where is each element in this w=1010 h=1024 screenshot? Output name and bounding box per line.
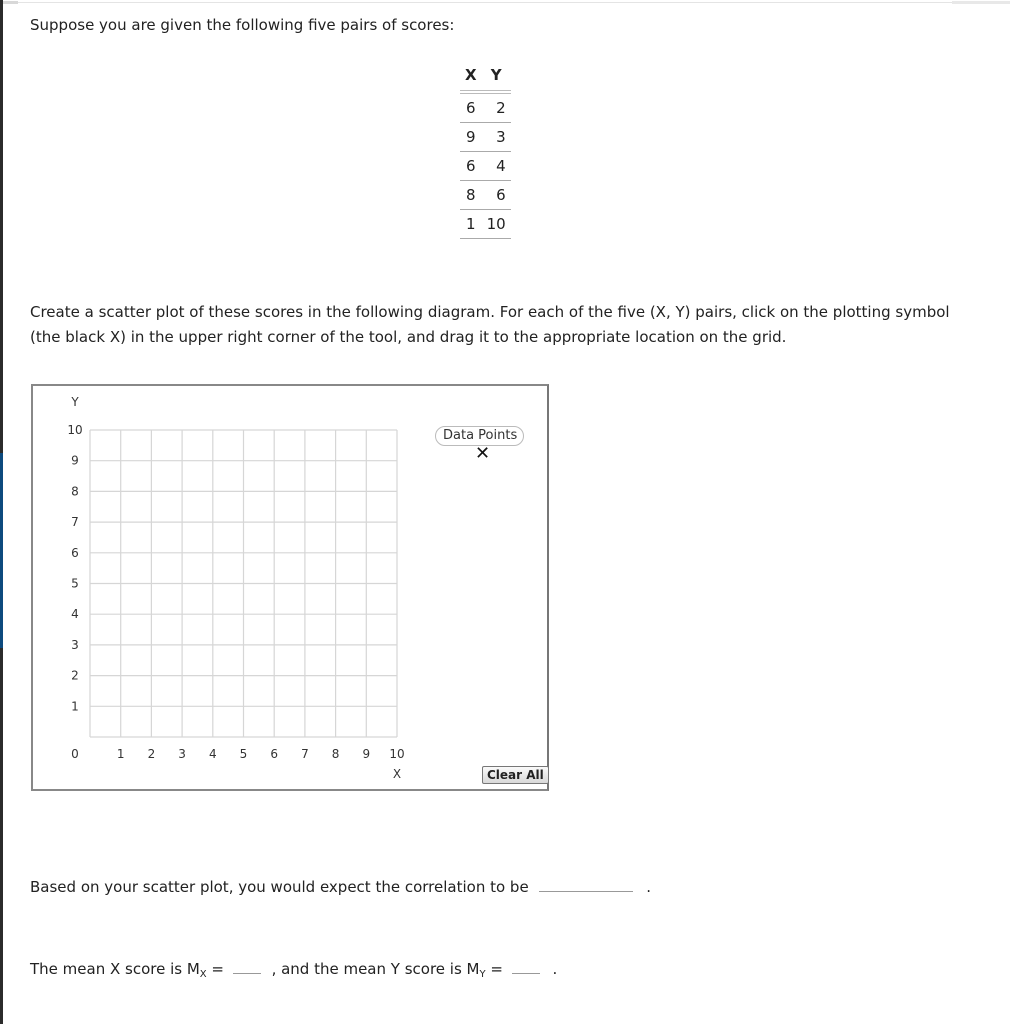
correlation-prompt: Based on your scatter plot, you would ex… xyxy=(30,878,529,896)
cell-x: 8 xyxy=(460,180,482,210)
scores-table: X Y 62 93 64 86 1 10 xyxy=(460,64,511,239)
intro-text: Suppose you are given the following five… xyxy=(30,16,455,34)
instructions-text: Create a scatter plot of these scores in… xyxy=(30,303,950,346)
y-tick-label: 8 xyxy=(71,484,79,498)
correlation-answer-field[interactable] xyxy=(539,875,634,892)
x-tick-label: 6 xyxy=(270,747,278,761)
y-tick-label: 10 xyxy=(67,423,82,437)
cell-y: 4 xyxy=(481,151,511,181)
table-row: 62 xyxy=(460,92,511,123)
mean-y-answer-field[interactable] xyxy=(511,957,540,974)
cell-y: 2 xyxy=(481,92,511,123)
mean-x-answer-field[interactable] xyxy=(232,957,261,974)
scatter-plot-grid[interactable]: 0 1 2 3 4 5 6 7 8 9 10 1 2 3 4 5 6 7 8 9 10 Y X xyxy=(33,386,547,789)
x-tick-label: 0 xyxy=(71,747,79,761)
cell-x: 6 xyxy=(460,151,482,181)
correlation-period: . xyxy=(646,878,652,896)
x-tick-label: 9 xyxy=(362,747,370,761)
correlation-question: Based on your scatter plot, you would ex… xyxy=(30,875,651,900)
mean-question: The mean X score is MX = , and the mean … xyxy=(30,957,557,987)
cell-y: 10 xyxy=(481,209,511,239)
y-tick-label: 3 xyxy=(71,638,79,652)
cell-x: 1 xyxy=(460,209,482,239)
column-header-y: Y xyxy=(481,64,511,94)
scatter-plot-tool: 0 1 2 3 4 5 6 7 8 9 10 1 2 3 4 5 6 7 8 9 10 Y X Data Points … xyxy=(31,384,549,791)
x-tick-label: 3 xyxy=(178,747,186,761)
x-tick-label: 4 xyxy=(209,747,217,761)
y-tick-label: 6 xyxy=(71,546,79,560)
x-tick-label: 7 xyxy=(301,747,309,761)
x-tick-label: 5 xyxy=(240,747,248,761)
table-row: 64 xyxy=(460,151,511,181)
y-axis-label: Y xyxy=(70,395,79,409)
mean-y-prompt: , and the mean Y score is M xyxy=(271,960,480,978)
mean-x-prompt: The mean X score is M xyxy=(30,960,200,978)
cell-y: 6 xyxy=(481,180,511,210)
y-tick-label: 9 xyxy=(71,454,79,468)
window-left-edge-accent xyxy=(0,453,3,648)
top-divider-left-cap xyxy=(3,1,18,4)
column-header-x: X xyxy=(460,64,482,94)
mean-x-subscript: X xyxy=(199,969,207,980)
table-row: 1 10 xyxy=(460,209,511,239)
cell-x: 6 xyxy=(460,92,482,123)
plot-symbol-x-icon[interactable]: ✕ xyxy=(475,444,490,464)
clear-all-button[interactable]: Clear All xyxy=(482,766,549,784)
cell-x: 9 xyxy=(460,122,482,152)
x-tick-label: 1 xyxy=(117,747,125,761)
x-tick-label: 10 xyxy=(389,747,404,761)
y-tick-label: 7 xyxy=(71,515,79,529)
y-tick-label: 2 xyxy=(71,669,79,683)
mean-y-equals: = xyxy=(485,960,503,978)
table-row: 86 xyxy=(460,180,511,210)
top-divider-right-cap xyxy=(952,1,1010,4)
table-row: 93 xyxy=(460,122,511,152)
y-tick-label: 4 xyxy=(71,607,79,621)
mean-period: . xyxy=(552,960,558,978)
x-tick-label: 2 xyxy=(148,747,156,761)
cell-y: 3 xyxy=(481,122,511,152)
y-tick-label: 1 xyxy=(71,699,79,713)
y-tick-label: 5 xyxy=(71,577,79,591)
top-divider xyxy=(3,2,1010,3)
x-axis-label: X xyxy=(393,767,401,781)
x-tick-label: 8 xyxy=(332,747,340,761)
table-header-row: X Y xyxy=(460,64,511,94)
mean-x-equals: = xyxy=(206,960,224,978)
